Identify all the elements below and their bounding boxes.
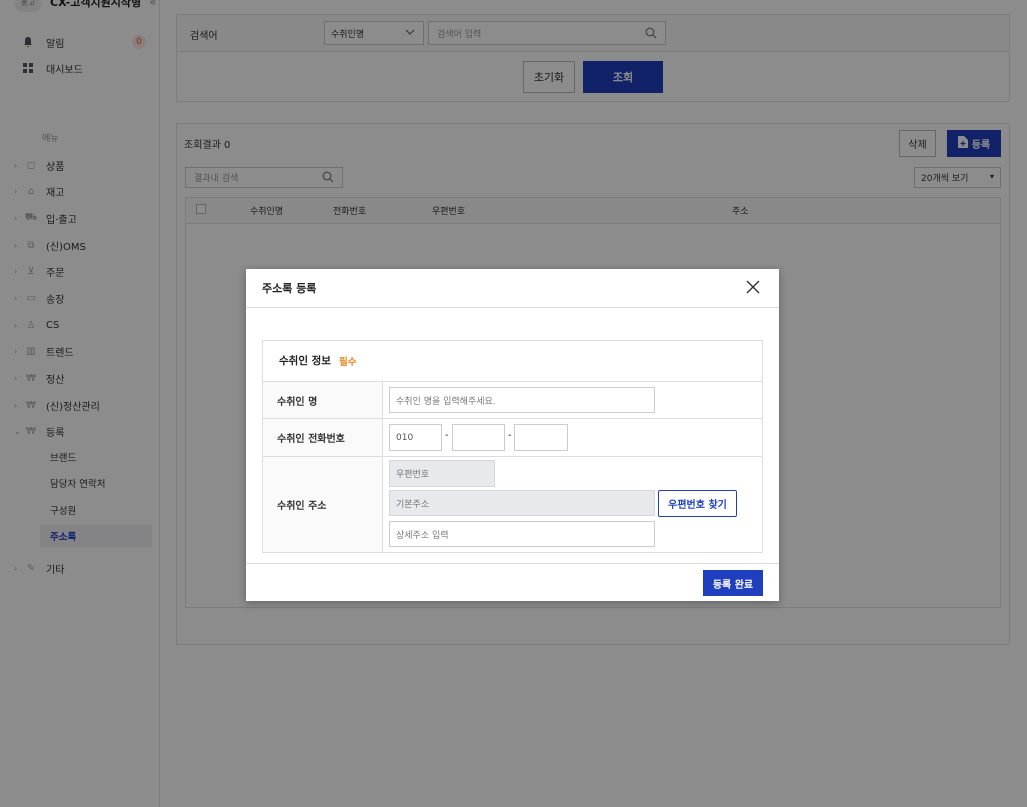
detail-address-input[interactable]: 상세주소 입력: [389, 521, 655, 547]
modal-footer: 등록 완료: [246, 563, 779, 601]
field-label: 수취인 주소: [263, 457, 383, 552]
field-label: 수취인 전화번호: [263, 419, 383, 456]
recipient-form: 수취인 정보 필수 수취인 명 수취인 명을 입력해주세요. 수취인 전화번호 …: [262, 340, 763, 553]
base-address-input: 기본주소: [389, 490, 655, 516]
phone-part3-input[interactable]: [514, 424, 568, 451]
phone-part1-placeholder: 010: [396, 432, 414, 443]
form-row-phone: 수취인 전화번호 010 - -: [263, 418, 762, 456]
phone-part1-input[interactable]: 010: [389, 424, 442, 451]
zip-code-input: 우편번호: [389, 460, 495, 487]
modal-title: 주소록 등록: [262, 282, 317, 295]
field-label: 수취인 명: [263, 382, 383, 418]
required-tag: 필수: [338, 356, 357, 368]
address-register-modal: 주소록 등록 수취인 정보 필수 수취인 명 수취인 명을 입력해주세요. 수취…: [246, 269, 779, 601]
zip-code-placeholder: 우편번호: [396, 470, 430, 480]
section-header: 수취인 정보 필수: [279, 353, 356, 368]
name-label: 수취인 명: [277, 396, 318, 408]
recipient-name-placeholder: 수취인 명을 입력해주세요.: [396, 396, 496, 407]
close-icon[interactable]: [745, 279, 761, 295]
form-row-address: 수취인 주소 우편번호 기본주소 우편번호 찾기 상세주소 입력: [263, 456, 762, 552]
phone-label: 수취인 전화번호: [277, 434, 345, 445]
submit-button[interactable]: 등록 완료: [703, 570, 763, 596]
recipient-name-input[interactable]: 수취인 명을 입력해주세요.: [389, 387, 655, 413]
phone-dash: -: [445, 430, 449, 441]
form-row-name: 수취인 명 수취인 명을 입력해주세요.: [263, 381, 762, 418]
phone-dash: -: [508, 430, 512, 441]
phone-part2-input[interactable]: [452, 424, 505, 451]
address-label: 수취인 주소: [277, 501, 327, 512]
find-zip-button[interactable]: 우편번호 찾기: [658, 490, 737, 517]
section-title: 수취인 정보: [279, 355, 331, 367]
modal-header: 주소록 등록: [246, 269, 779, 308]
detail-address-placeholder: 상세주소 입력: [396, 530, 449, 541]
base-address-placeholder: 기본주소: [396, 499, 430, 510]
